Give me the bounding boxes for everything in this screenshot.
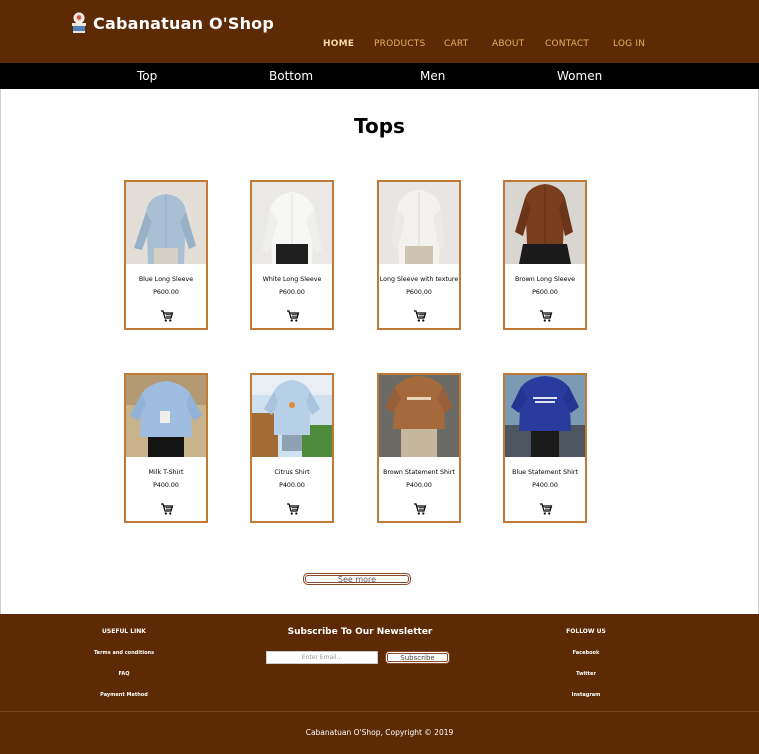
shopping-cart-icon (540, 310, 553, 322)
footer-divider (0, 711, 759, 712)
top-navigation: HOME PRODUCTS CART ABOUT CONTACT LOG IN (0, 39, 759, 53)
link-twitter[interactable]: Twitter (536, 671, 636, 677)
link-instagram[interactable]: Instagram (536, 692, 636, 698)
product-card[interactable]: Blue Statement Shirt P400.00 (503, 373, 587, 523)
shopping-cart-icon (540, 503, 553, 515)
shopping-cart-icon (414, 503, 427, 515)
category-bar: Top Bottom Men Women (0, 63, 759, 89)
shopping-cart-icon (414, 310, 427, 322)
product-card[interactable]: Brown Statement Shirt P400.00 (377, 373, 461, 523)
nav-about[interactable]: ABOUT (492, 39, 524, 49)
product-name[interactable]: Long Sleeve with texture (379, 276, 459, 283)
product-image[interactable] (252, 182, 332, 264)
shopping-cart-icon (161, 310, 174, 322)
product-price: P600.00 (279, 289, 305, 296)
email-input[interactable] (266, 651, 378, 664)
product-name[interactable]: Blue Long Sleeve (126, 276, 206, 283)
product-price: P600.00 (532, 289, 558, 296)
follow-us-title: FOLLOW US (566, 628, 606, 635)
copyright-text: Cabanatuan O'Shop, Copyright © 2019 (305, 728, 454, 737)
useful-links-title: USEFUL LINK (102, 628, 146, 635)
product-price: P400.00 (532, 482, 558, 489)
nav-contact[interactable]: CONTACT (545, 39, 589, 49)
product-image[interactable] (379, 375, 459, 457)
site-header: Cabanatuan O'Shop HOME PRODUCTS CART ABO… (0, 0, 759, 63)
product-card[interactable]: White Long Sleeve P600.00 (250, 180, 334, 330)
product-card[interactable]: Citrus Shirt P400.00 (250, 373, 334, 523)
product-image[interactable] (379, 182, 459, 264)
product-image[interactable] (505, 182, 585, 264)
product-image[interactable] (252, 375, 332, 457)
category-bottom[interactable]: Bottom (269, 69, 313, 83)
add-to-cart-button[interactable] (539, 308, 553, 322)
nav-login[interactable]: LOG IN (613, 39, 645, 49)
product-name[interactable]: Milk T-Shirt (126, 469, 206, 476)
category-men[interactable]: Men (420, 69, 445, 83)
shopping-cart-icon (287, 310, 300, 322)
nav-cart[interactable]: CART (444, 39, 468, 49)
product-image[interactable] (505, 375, 585, 457)
product-name[interactable]: Brown Statement Shirt (379, 469, 459, 476)
product-price: P600.00 (406, 289, 432, 296)
product-image[interactable] (126, 182, 206, 264)
site-footer: USEFUL LINK Terms and conditions FAQ Pay… (0, 614, 759, 754)
link-facebook[interactable]: Facebook (536, 650, 636, 656)
product-name[interactable]: Blue Statement Shirt (505, 469, 585, 476)
see-more-button[interactable]: See more (303, 573, 411, 585)
add-to-cart-button[interactable] (413, 501, 427, 515)
add-to-cart-button[interactable] (539, 501, 553, 515)
shopping-cart-icon (161, 503, 174, 515)
shopping-cart-icon (287, 503, 300, 515)
nav-products[interactable]: PRODUCTS (374, 39, 425, 49)
add-to-cart-button[interactable] (413, 308, 427, 322)
category-top[interactable]: Top (137, 69, 157, 83)
subscribe-button[interactable]: Subscribe (385, 651, 450, 664)
product-price: P400.00 (279, 482, 305, 489)
product-name[interactable]: Brown Long Sleeve (505, 276, 585, 283)
product-card[interactable]: Blue Long Sleeve P600.00 (124, 180, 208, 330)
product-price: P400.00 (406, 482, 432, 489)
product-price: P600.00 (153, 289, 179, 296)
nav-home[interactable]: HOME (323, 39, 354, 49)
product-name[interactable]: Citrus Shirt (252, 469, 332, 476)
product-name[interactable]: White Long Sleeve (252, 276, 332, 283)
add-to-cart-button[interactable] (160, 308, 174, 322)
brand-name[interactable]: Cabanatuan O'Shop (93, 14, 274, 33)
product-card[interactable]: Long Sleeve with texture P600.00 (377, 180, 461, 330)
product-price: P400.00 (153, 482, 179, 489)
add-to-cart-button[interactable] (286, 308, 300, 322)
add-to-cart-button[interactable] (286, 501, 300, 515)
page-title: Tops (354, 114, 405, 138)
link-faq[interactable]: FAQ (74, 671, 174, 677)
shop-logo-icon[interactable] (70, 12, 88, 34)
link-terms[interactable]: Terms and conditions (74, 650, 174, 656)
add-to-cart-button[interactable] (160, 501, 174, 515)
newsletter-title: Subscribe To Our Newsletter (287, 627, 433, 637)
product-card[interactable]: Milk T-Shirt P400.00 (124, 373, 208, 523)
product-image[interactable] (126, 375, 206, 457)
link-payment-method[interactable]: Payment Method (74, 692, 174, 698)
category-women[interactable]: Women (557, 69, 602, 83)
product-card[interactable]: Brown Long Sleeve P600.00 (503, 180, 587, 330)
